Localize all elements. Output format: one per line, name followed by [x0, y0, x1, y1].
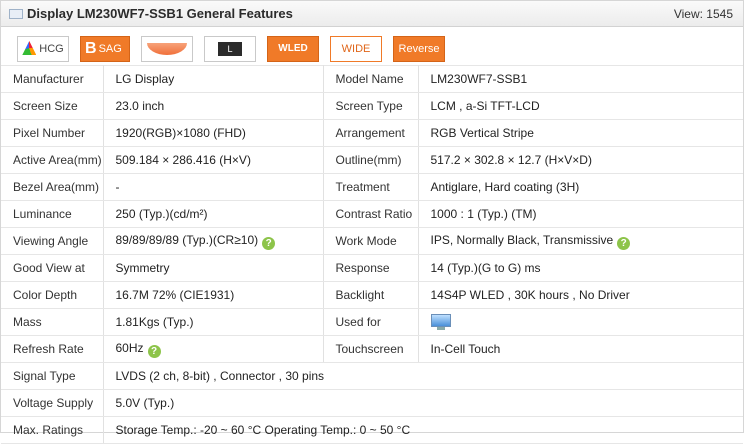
spec-value: 60Hz — [115, 340, 144, 355]
spec-value: 5.0V (Typ.) — [103, 389, 743, 417]
spec-value-cell: IPS, Normally Black, Transmissive? — [418, 227, 743, 255]
badge-hcg[interactable]: HCG — [17, 36, 69, 62]
spec-key: Screen Type — [323, 92, 419, 120]
spec-value: Symmetry — [103, 254, 324, 282]
help-icon[interactable]: ? — [617, 236, 631, 250]
table-row: Bezel Area(mm) - Treatment Antiglare, Ha… — [1, 173, 743, 201]
view-count: View: 1545 — [673, 7, 733, 21]
spec-key: Work Mode — [323, 227, 419, 255]
spec-value: 509.184 × 286.416 (H×V) — [103, 146, 324, 174]
spec-key: Used for — [323, 308, 419, 336]
spec-key: Outline(mm) — [323, 146, 419, 174]
spec-key: Touchscreen — [323, 335, 419, 363]
badge-l[interactable]: L — [204, 36, 256, 62]
spec-key: Viewing Angle — [1, 227, 104, 255]
table-row: Refresh Rate 60Hz? Touchscreen In-Cell T… — [1, 335, 743, 363]
spec-key: Response — [323, 254, 419, 282]
monitor-icon[interactable] — [430, 314, 451, 330]
spec-value-cell: 60Hz? — [103, 335, 324, 363]
spec-key: Model Name — [323, 65, 419, 93]
badge-wled-label: WLED — [278, 43, 308, 54]
spec-value: - — [103, 173, 324, 201]
spec-value-cell: 89/89/89/89 (Typ.)(CR≥10)? — [103, 227, 324, 255]
spec-key: Max. Ratings — [1, 416, 104, 444]
spec-value: Antiglare, Hard coating (3H) — [418, 173, 743, 201]
spec-value: RGB Vertical Stripe — [418, 119, 743, 147]
table-row: Signal Type LVDS (2 ch, 8-bit) , Connect… — [1, 362, 743, 390]
help-icon[interactable]: ? — [262, 236, 276, 250]
page-title: Display LM230WF7-SSB1 General Features — [27, 6, 293, 21]
table-row: Pixel Number 1920(RGB)×1080 (FHD) Arrang… — [1, 119, 743, 147]
spec-value: 16.7M 72% (CIE1931) — [103, 281, 324, 309]
spec-value: 1.81Kgs (Typ.) — [103, 308, 324, 336]
table-row: Screen Size 23.0 inch Screen Type LCM , … — [1, 92, 743, 120]
color-triangle-icon — [22, 41, 37, 55]
spec-key: Voltage Supply — [1, 389, 104, 417]
spec-key: Color Depth — [1, 281, 104, 309]
badge-sag[interactable]: B SAG — [80, 36, 130, 62]
spec-key: Luminance — [1, 200, 104, 228]
spec-value: Storage Temp.: -20 ~ 60 °C Operating Tem… — [103, 416, 743, 444]
panel-header: Display LM230WF7-SSB1 General Features V… — [1, 1, 743, 27]
spec-key: Screen Size — [1, 92, 104, 120]
spec-value: In-Cell Touch — [418, 335, 743, 363]
badge-wide-label: WIDE — [341, 43, 371, 55]
table-row: Good View at Symmetry Response 14 (Typ.)… — [1, 254, 743, 282]
spec-value: LG Display — [103, 65, 324, 93]
spec-key: Active Area(mm) — [1, 146, 104, 174]
spec-value: LCM , a-Si TFT-LCD — [418, 92, 743, 120]
features-panel: Display LM230WF7-SSB1 General Features V… — [0, 0, 744, 444]
spec-value: 14S4P WLED , 30K hours , No Driver — [418, 281, 743, 309]
spec-key: Arrangement — [323, 119, 419, 147]
table-row: Active Area(mm) 509.184 × 286.416 (H×V) … — [1, 146, 743, 174]
table-row: Color Depth 16.7M 72% (CIE1931) Backligh… — [1, 281, 743, 309]
flag-icon — [9, 9, 23, 19]
table-row: Manufacturer LG Display Model Name LM230… — [1, 65, 743, 93]
badge-hcg-label: HCG — [39, 43, 64, 55]
badge-curved[interactable] — [141, 36, 193, 62]
table-row: Luminance 250 (Typ.)(cd/m²) Contrast Rat… — [1, 200, 743, 228]
spec-key: Pixel Number — [1, 119, 104, 147]
spec-value: 14 (Typ.)(G to G) ms — [418, 254, 743, 282]
spec-value: LVDS (2 ch, 8-bit) , Connector , 30 pins — [103, 362, 743, 390]
spec-key: Bezel Area(mm) — [1, 173, 104, 201]
badge-wide[interactable]: WIDE — [330, 36, 382, 62]
table-row: Max. Ratings Storage Temp.: -20 ~ 60 °C … — [1, 416, 743, 444]
spec-value: 1000 : 1 (Typ.) (TM) — [418, 200, 743, 228]
spec-value: 89/89/89/89 (Typ.)(CR≥10) — [115, 232, 259, 247]
spec-value: IPS, Normally Black, Transmissive — [430, 232, 614, 247]
table-row: Mass 1.81Kgs (Typ.) Used for — [1, 308, 743, 336]
spec-key: Refresh Rate — [1, 335, 104, 363]
badge-wled[interactable]: WLED — [267, 36, 319, 62]
badge-reverse[interactable]: Reverse — [393, 36, 445, 62]
spec-table: Manufacturer LG Display Model Name LM230… — [1, 65, 743, 444]
help-icon[interactable]: ? — [147, 344, 161, 358]
spec-key: Mass — [1, 308, 104, 336]
spec-key: Manufacturer — [1, 65, 104, 93]
badge-l-label: L — [218, 42, 242, 56]
spec-value: 250 (Typ.)(cd/m²) — [103, 200, 324, 228]
spec-value: 1920(RGB)×1080 (FHD) — [103, 119, 324, 147]
curved-screen-icon — [147, 43, 187, 55]
spec-key: Treatment — [323, 173, 419, 201]
feature-badges: HCG B SAG L WLED WIDE Reverse — [1, 27, 743, 65]
spec-value-cell — [418, 308, 743, 336]
badge-sag-label: SAG — [98, 43, 122, 55]
spec-key: Backlight — [323, 281, 419, 309]
badge-sag-letter: B — [85, 40, 97, 57]
spec-key: Signal Type — [1, 362, 104, 390]
table-row: Viewing Angle 89/89/89/89 (Typ.)(CR≥10)?… — [1, 227, 743, 255]
badge-reverse-label: Reverse — [398, 43, 440, 55]
table-row: Voltage Supply 5.0V (Typ.) — [1, 389, 743, 417]
spec-value: 517.2 × 302.8 × 12.7 (H×V×D) — [418, 146, 743, 174]
spec-value: LM230WF7-SSB1 — [418, 65, 743, 93]
spec-value: 23.0 inch — [103, 92, 324, 120]
spec-key: Good View at — [1, 254, 104, 282]
spec-key: Contrast Ratio — [323, 200, 419, 228]
